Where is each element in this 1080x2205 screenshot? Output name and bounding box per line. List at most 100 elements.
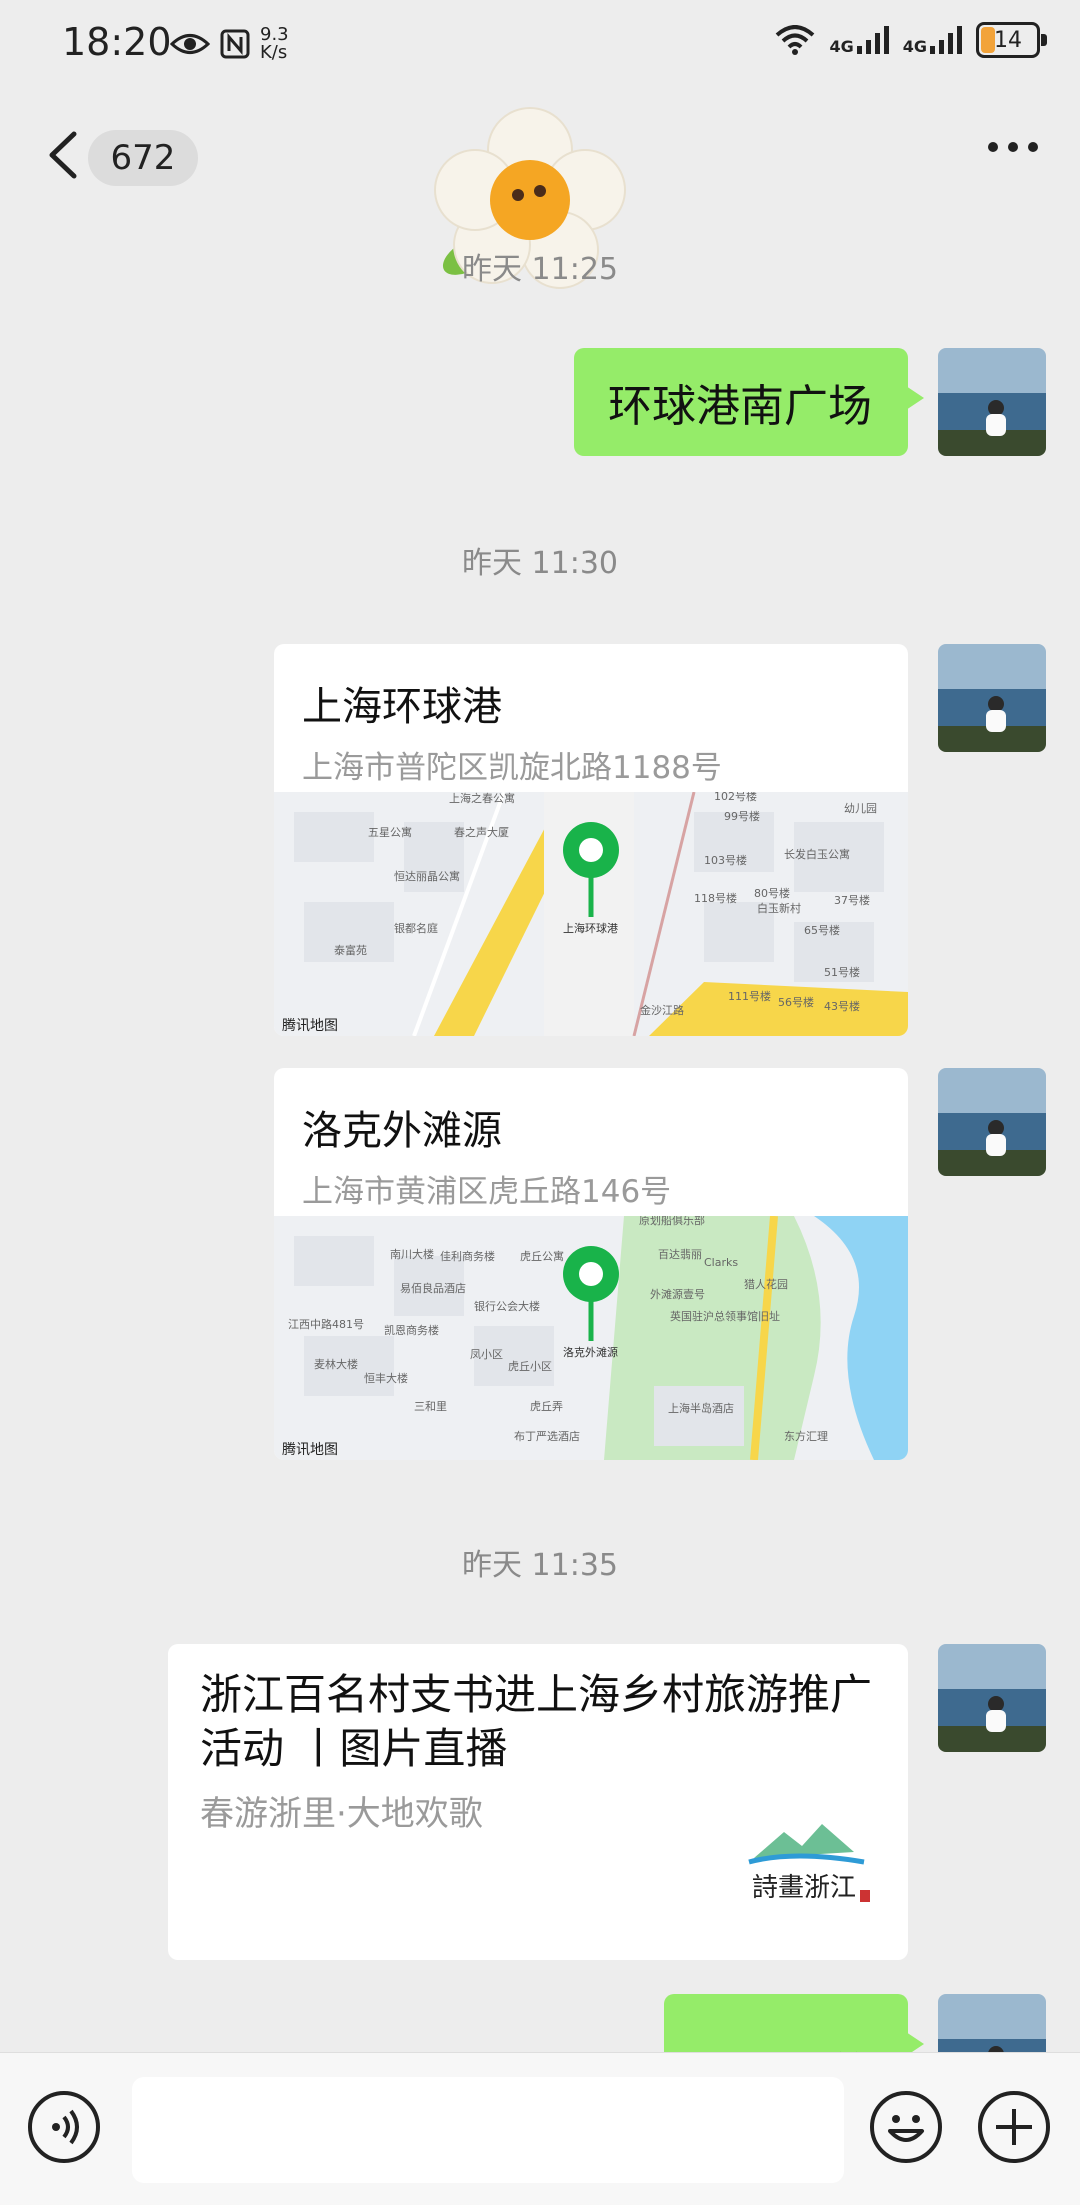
eye-icon (170, 34, 210, 54)
timestamp: 昨天 11:30 (462, 546, 618, 581)
status-left-icons: 9.3 K/s (170, 26, 289, 62)
map-label: 虎丘公寓 (520, 1249, 564, 1263)
location-name: 上海环球港 (302, 684, 502, 730)
map-label: 118号楼 (694, 891, 737, 905)
map-label: 外滩源壹号 (650, 1287, 705, 1301)
timestamp: 昨天 11:25 (462, 252, 618, 287)
map-label: 99号楼 (724, 809, 760, 823)
chevron-left-icon[interactable] (44, 130, 84, 180)
net-type-1: 4G (829, 37, 854, 56)
status-bar: 18:20 9.3 K/s 4G 4G 14 (0, 0, 1080, 90)
map-label: 111号楼 (728, 989, 771, 1003)
map-preview: 原划船俱乐部 南川大楼 佳利商务楼 虎丘公寓 百达翡丽 易佰良品酒店 Clark… (274, 1216, 908, 1460)
location-card[interactable]: 洛克外滩源 上海市黄浦区虎丘路146号 原划船俱乐部 南川大楼 佳利商务楼 虎丘… (274, 1068, 908, 1460)
avatar-image (938, 1644, 1046, 1752)
plus-icon (996, 2109, 1032, 2145)
map-label: 英国驻沪总领事馆旧址 (670, 1309, 780, 1323)
nfc-icon (220, 29, 250, 59)
input-bar (0, 2052, 1080, 2205)
map-label: 幼儿园 (844, 802, 877, 815)
map-label: 65号楼 (804, 923, 840, 937)
location-card[interactable]: 上海环球港 上海市普陀区凯旋北路1188号 上海之春公寓 春之声大厦 恒达丽晶公… (274, 644, 908, 1036)
message-input[interactable] (132, 2077, 844, 2183)
battery-level: 14 (994, 27, 1022, 53)
text-message-bubble[interactable]: 环球港南广场 (574, 348, 924, 456)
map-brand: 腾讯地图 (282, 1441, 338, 1458)
ellipsis-icon (988, 142, 998, 152)
map-label: 恒丰大楼 (364, 1371, 408, 1385)
battery-indicator: 14 (976, 22, 1047, 58)
timestamp: 昨天 11:35 (462, 1548, 618, 1583)
map-label: 凯恩商务楼 (384, 1323, 439, 1337)
map-label: 102号楼 (714, 792, 757, 803)
map-label: 百达翡丽 (658, 1248, 702, 1261)
map-label: 银都名庭 (394, 921, 438, 935)
avatar[interactable] (938, 1644, 1046, 1752)
status-right-icons: 4G 4G 14 (775, 22, 1047, 58)
map-label: 43号楼 (824, 999, 860, 1013)
map-label: 三和里 (414, 1400, 447, 1413)
pin-label: 洛克外滩源 (563, 1345, 618, 1359)
signal-icon (856, 26, 889, 54)
location-address: 上海市普陀区凯旋北路1188号 (302, 750, 722, 786)
network-speed: 9.3 K/s (260, 26, 289, 62)
map-label: 虎丘弄 (530, 1400, 563, 1413)
map-label: 银行公会大楼 (474, 1299, 540, 1313)
location-address: 上海市黄浦区虎丘路146号 (302, 1174, 672, 1210)
map-label: 泰富苑 (334, 943, 367, 957)
status-time: 18:20 (62, 20, 172, 64)
map-label: 虎丘小区 (508, 1360, 552, 1373)
chat-header: 672 (0, 90, 1080, 289)
map-label: 东方汇理 (784, 1429, 828, 1443)
map-label: 麦林大楼 (314, 1357, 358, 1371)
avatar[interactable] (938, 348, 1046, 456)
more-functions-button[interactable] (978, 2091, 1050, 2163)
map-preview: 上海之春公寓 春之声大厦 恒达丽晶公寓 银都名庭 泰富苑 金沙江路 白玉新村 长… (274, 792, 908, 1036)
map-label: 51号楼 (824, 965, 860, 979)
wifi-icon (776, 25, 815, 55)
text-message-bubble[interactable]: 南广场的 (664, 1994, 924, 2052)
net-type-2: 4G (902, 37, 927, 56)
avatar-image (938, 1994, 1046, 2052)
map-label: 白玉新村 (757, 901, 801, 915)
map-label: 五星公寓 (368, 825, 412, 839)
map-label: 布丁严选酒店 (514, 1429, 580, 1443)
article-title: 浙江百名村支书进上海乡村旅游推广活动 丨图片直播 (200, 1670, 873, 1773)
map-label: 江西中路481号 (288, 1318, 364, 1331)
signal-2: 4G (902, 26, 962, 56)
map-label: 猎人花园 (744, 1277, 788, 1291)
map-label: 金沙江路 (640, 1003, 684, 1017)
avatar-image (938, 644, 1046, 752)
signal-1: 4G (829, 26, 889, 56)
logo-text: 詩畫浙江 (752, 1873, 856, 1903)
avatar-image (938, 1068, 1046, 1176)
chat-message-list[interactable]: 昨天 11:25 环球港南广场 昨天 11:30 上海环球港 上海市普陀区凯旋北… (0, 220, 1080, 2052)
map-label: 恒达丽晶公寓 (394, 869, 460, 883)
map-label: 37号楼 (834, 893, 870, 907)
map-label: 上海之春公寓 (449, 792, 515, 805)
voice-button[interactable] (28, 2091, 100, 2163)
article-thumbnail: 詩畫浙江 (744, 1810, 874, 1920)
more-options-button[interactable] (988, 142, 1038, 152)
unread-count-badge[interactable]: 672 (88, 130, 198, 186)
map-label: 80号楼 (754, 886, 790, 900)
map-label: 长发白玉公寓 (784, 847, 850, 861)
article-link-card[interactable]: 浙江百名村支书进上海乡村旅游推广活动 丨图片直播 春游浙里·大地欢歌 詩畫浙江 (168, 1644, 908, 1960)
voice-icon (52, 2109, 79, 2145)
speed-unit: K/s (260, 42, 288, 63)
map-label: 上海半岛酒店 (668, 1401, 734, 1415)
signal-icon (930, 26, 962, 54)
avatar[interactable] (938, 1068, 1046, 1176)
map-label: 原划船俱乐部 (639, 1216, 705, 1227)
avatar-image (938, 348, 1046, 456)
map-label: 凤小区 (470, 1348, 503, 1361)
location-name: 洛克外滩源 (302, 1108, 502, 1154)
emoji-icon (888, 2115, 924, 2142)
emoji-button[interactable] (870, 2091, 942, 2163)
map-label: 佳利商务楼 (440, 1249, 495, 1263)
avatar[interactable] (938, 1994, 1046, 2052)
map-label: 56号楼 (778, 995, 814, 1009)
map-label: Clarks (704, 1256, 738, 1269)
avatar[interactable] (938, 644, 1046, 752)
pin-label: 上海环球港 (563, 921, 618, 935)
